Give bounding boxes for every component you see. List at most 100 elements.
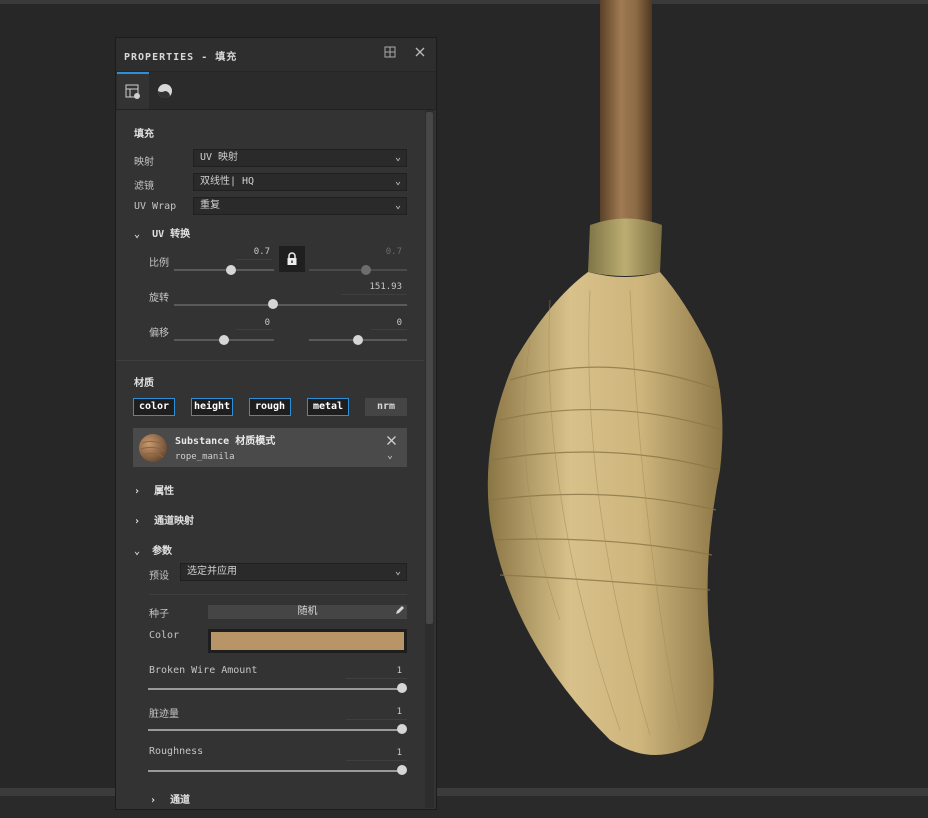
- uv-wrap-value: 重复: [200, 200, 220, 211]
- material-heading: 材质: [134, 378, 154, 389]
- rotation-value[interactable]: 151.93: [346, 282, 402, 292]
- preset-select[interactable]: 选定并应用 ⌄: [180, 563, 407, 581]
- scale-label: 比例: [149, 258, 169, 269]
- parameters-heading: 参数: [152, 546, 173, 557]
- filtering-select[interactable]: 双线性| HQ ⌄: [193, 173, 407, 191]
- chevron-right-icon: ›: [134, 486, 141, 497]
- color-swatch: [211, 632, 404, 650]
- uv-wrap-select[interactable]: 重复 ⌄: [193, 197, 407, 215]
- scale-value-b[interactable]: 0.7: [368, 247, 402, 257]
- uv-wrap-label: UV Wrap: [134, 201, 177, 212]
- chevron-down-icon: ⌄: [394, 152, 401, 163]
- channel-height-button[interactable]: height: [191, 398, 233, 416]
- rotation-value-underline: [341, 294, 407, 295]
- panel-title: PROPERTIES - 填充: [124, 52, 238, 63]
- parameters-expander[interactable]: ⌄ 参数: [134, 542, 172, 557]
- channel-mapping-heading: 通道映射: [154, 516, 195, 527]
- preset-label: 预设: [149, 571, 169, 582]
- sphere-icon: [157, 83, 172, 98]
- material-settings-tab[interactable]: [117, 72, 149, 109]
- channel-nrm-button[interactable]: nrm: [365, 398, 407, 416]
- offset-value-a[interactable]: 0: [246, 318, 270, 328]
- chevron-down-icon: ⌄: [134, 546, 141, 557]
- filtering-label: 滤镜: [134, 181, 154, 192]
- close-icon[interactable]: [412, 46, 428, 62]
- roughness-value[interactable]: 1: [386, 748, 402, 758]
- material-thumbnail: [139, 434, 167, 462]
- offset-value-b-underline: [371, 329, 407, 330]
- channels-heading: 通道: [170, 795, 191, 806]
- properties-panel: PROPERTIES - 填充 填充 映射 UV 映射 ⌄ 滤镜 双线性| HQ…: [115, 37, 437, 810]
- chevron-down-icon: ⌄: [394, 200, 401, 211]
- random-seed-label: 随机: [297, 606, 318, 617]
- rotation-label: 旋转: [149, 293, 169, 304]
- pencil-icon: [395, 605, 405, 620]
- substance-title: Substance 材质模式: [175, 436, 276, 447]
- filtering-value: 双线性| HQ: [200, 176, 255, 187]
- roughness-slider[interactable]: [148, 770, 402, 772]
- dirt-slider-knob[interactable]: [397, 724, 407, 734]
- channel-mapping-expander[interactable]: › 通道映射: [134, 512, 194, 527]
- scale-lock-button[interactable]: [279, 246, 305, 272]
- broom-model: [487, 0, 723, 755]
- channel-metal-button[interactable]: metal: [307, 398, 349, 416]
- dirt-value-underline: [346, 719, 407, 720]
- attributes-expander[interactable]: › 属性: [134, 482, 174, 497]
- chevron-right-icon: ›: [150, 795, 157, 806]
- lock-icon: [287, 252, 297, 265]
- preset-value: 选定并应用: [187, 566, 237, 577]
- roughness-value-underline: [346, 760, 407, 761]
- chevron-down-icon: ⌄: [394, 566, 401, 577]
- scale-slider-b-knob[interactable]: [361, 265, 371, 275]
- broken-wire-slider[interactable]: [148, 688, 402, 690]
- channel-rough-button[interactable]: rough: [249, 398, 291, 416]
- top-strip: [0, 0, 928, 4]
- panel-titlebar: PROPERTIES - 填充: [116, 38, 436, 72]
- panel-scrollbar[interactable]: [425, 110, 434, 808]
- substance-material-card[interactable]: Substance 材质模式 rope_manila ⌄: [133, 428, 407, 467]
- scale-slider-a-knob[interactable]: [226, 265, 236, 275]
- uv-transform-heading: UV 转换: [152, 229, 191, 240]
- color-label: Color: [149, 630, 180, 641]
- broken-wire-value[interactable]: 1: [386, 666, 402, 676]
- scale-slider-a[interactable]: [174, 269, 274, 271]
- channel-color-button[interactable]: color: [133, 398, 175, 416]
- channels-expander[interactable]: › 通道: [150, 791, 190, 806]
- offset-slider-b-knob[interactable]: [353, 335, 363, 345]
- dock-icon[interactable]: [382, 46, 398, 62]
- rotation-slider[interactable]: [174, 304, 407, 306]
- fill-heading: 填充: [134, 129, 154, 140]
- broken-wire-value-underline: [346, 678, 407, 679]
- scale-value-a-underline: [236, 259, 272, 260]
- broken-wire-slider-knob[interactable]: [397, 683, 407, 693]
- chevron-down-icon: ⌄: [134, 229, 141, 240]
- broken-wire-label: Broken Wire Amount: [149, 665, 258, 676]
- chevron-down-icon[interactable]: ⌄: [387, 450, 393, 461]
- dirt-label: 脏迹量: [149, 709, 179, 720]
- material-preview-tab[interactable]: [149, 72, 181, 109]
- color-swatch-button[interactable]: [208, 629, 407, 653]
- scrollbar-thumb[interactable]: [426, 112, 433, 624]
- panel-tabs: [116, 72, 436, 110]
- divider: [116, 360, 424, 361]
- seed-label: 种子: [149, 609, 169, 620]
- close-icon[interactable]: [386, 431, 397, 450]
- offset-slider-a-knob[interactable]: [219, 335, 229, 345]
- mapping-select[interactable]: UV 映射 ⌄: [193, 149, 407, 167]
- mapping-value: UV 映射: [200, 152, 239, 163]
- dirt-slider[interactable]: [148, 729, 402, 731]
- offset-value-a-underline: [236, 329, 272, 330]
- scale-slider-b[interactable]: [309, 269, 407, 271]
- uv-transform-expander[interactable]: ⌄ UV 转换: [134, 225, 190, 240]
- settings-grid-icon: [125, 84, 140, 99]
- offset-value-b[interactable]: 0: [378, 318, 402, 328]
- random-seed-button[interactable]: 随机: [208, 605, 407, 619]
- scale-value-a[interactable]: 0.7: [236, 247, 270, 257]
- roughness-slider-knob[interactable]: [397, 765, 407, 775]
- substance-name: rope_manila: [175, 452, 235, 462]
- chevron-down-icon: ⌄: [394, 176, 401, 187]
- rotation-slider-knob[interactable]: [268, 299, 278, 309]
- dirt-value[interactable]: 1: [386, 707, 402, 717]
- divider: [149, 594, 407, 595]
- roughness-label: Roughness: [149, 746, 204, 757]
